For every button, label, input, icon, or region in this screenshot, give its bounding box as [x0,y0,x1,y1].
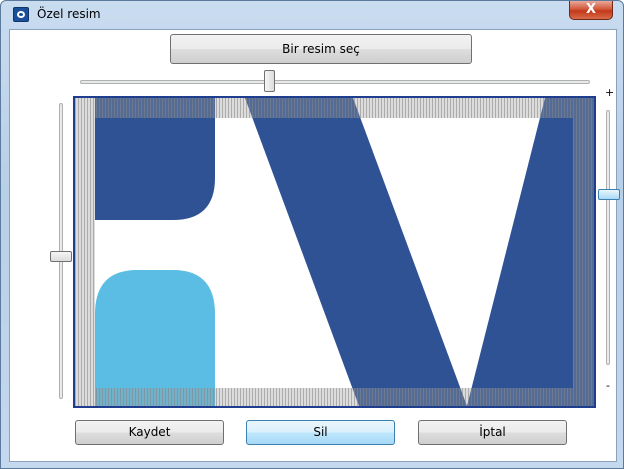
horizontal-pan-slider-track[interactable] [80,80,590,84]
horizontal-pan-slider-thumb[interactable] [264,70,275,92]
save-button[interactable]: Kaydet [75,420,224,445]
choose-image-button[interactable]: Bir resim seç [170,34,472,64]
zoom-out-label: - [606,379,610,392]
image-crop-canvas[interactable] [73,96,596,408]
image-preview [75,98,594,406]
zoom-in-label: + [605,86,615,99]
cancel-button[interactable]: İptal [418,420,567,445]
close-button[interactable]: X [569,1,613,20]
camera-icon [13,7,29,22]
light-blue-bottom-left-shape [95,270,215,406]
zoom-slider-track[interactable] [606,110,610,365]
vertical-pan-slider-thumb[interactable] [50,251,72,262]
delete-button[interactable]: Sil [246,420,395,445]
zoom-slider-thumb[interactable] [598,189,620,200]
title-bar[interactable]: Özel resim X [1,1,623,29]
crop-outside-tint [75,98,594,118]
window-title: Özel resim [37,7,101,21]
